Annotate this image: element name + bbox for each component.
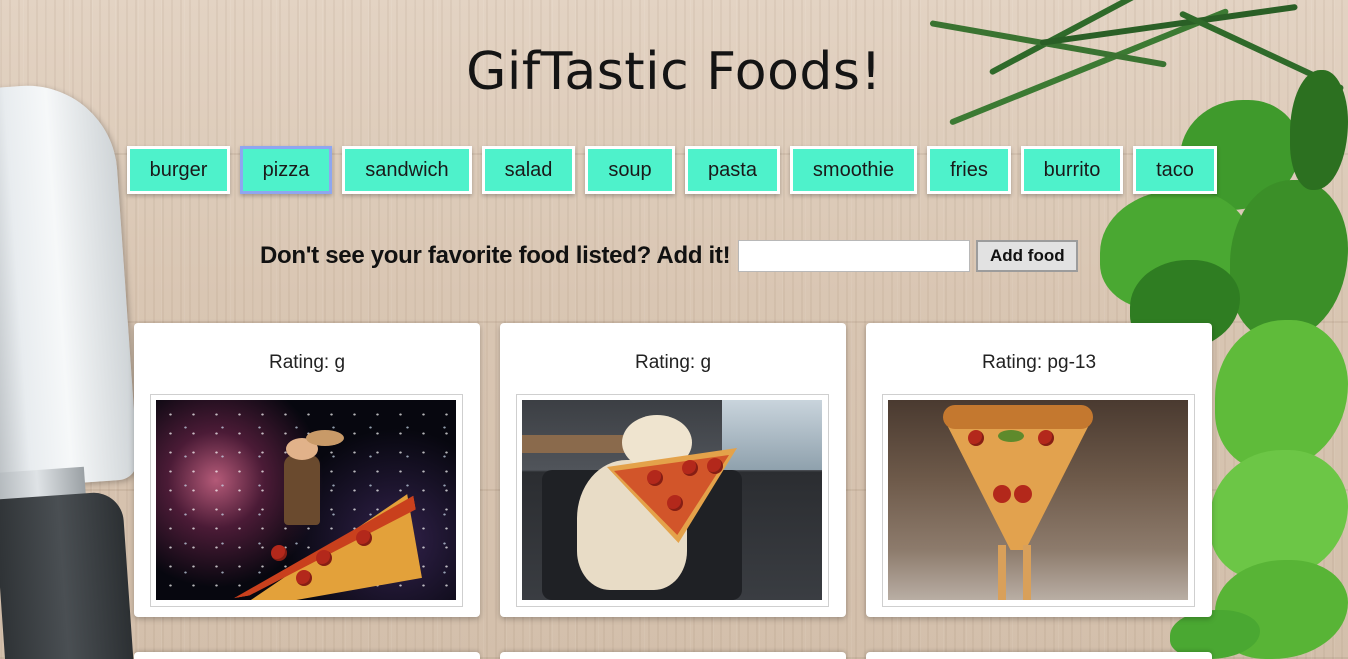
knife-handle [0,490,135,659]
food-button-burger[interactable]: burger [127,146,230,194]
food-button-soup[interactable]: soup [585,146,675,194]
food-button-fries[interactable]: fries [927,146,1011,194]
add-food-input[interactable] [738,240,971,272]
gif-card-partial [500,652,846,659]
gif-card: Rating: g [500,323,846,617]
food-button-smoothie[interactable]: smoothie [790,146,917,194]
gif-image-dog-pizza[interactable] [522,400,822,600]
food-button-sandwich[interactable]: sandwich [342,146,472,194]
food-button-pasta[interactable]: pasta [685,146,780,194]
gif-image-space-pizza[interactable] [156,400,456,600]
gif-rating: Rating: g [268,352,346,373]
gif-rating: Rating: pg-13 [981,352,1097,373]
knife-blade [0,79,139,491]
gif-card-partial [134,652,480,659]
food-button-burrito[interactable]: burrito [1021,146,1123,194]
parsley-leaf [1230,180,1348,340]
food-button-bar: burger pizza sandwich salad soup pasta s… [127,146,1217,194]
food-button-pizza[interactable]: pizza [240,146,332,194]
gif-image-dancing-pizza[interactable] [888,400,1188,600]
cowboy-figure [284,455,320,525]
gif-rating: Rating: g [634,352,712,373]
gif-card-partial [866,652,1212,659]
food-button-salad[interactable]: salad [482,146,575,194]
gif-card: Rating: g [134,323,480,617]
gif-card: Rating: pg-13 [866,323,1212,617]
parsley-leaf [1215,320,1348,470]
food-button-taco[interactable]: taco [1133,146,1217,194]
add-food-prompt: Don't see your favorite food listed? Add… [260,242,731,269]
gif-image-frame[interactable] [150,394,463,607]
add-food-form: Don't see your favorite food listed? Add… [260,238,1079,274]
page-title: GifTastic Foods! [466,42,882,102]
add-food-button[interactable]: Add food [976,240,1079,272]
gif-image-frame[interactable] [882,394,1195,607]
gif-image-frame[interactable] [516,394,829,607]
